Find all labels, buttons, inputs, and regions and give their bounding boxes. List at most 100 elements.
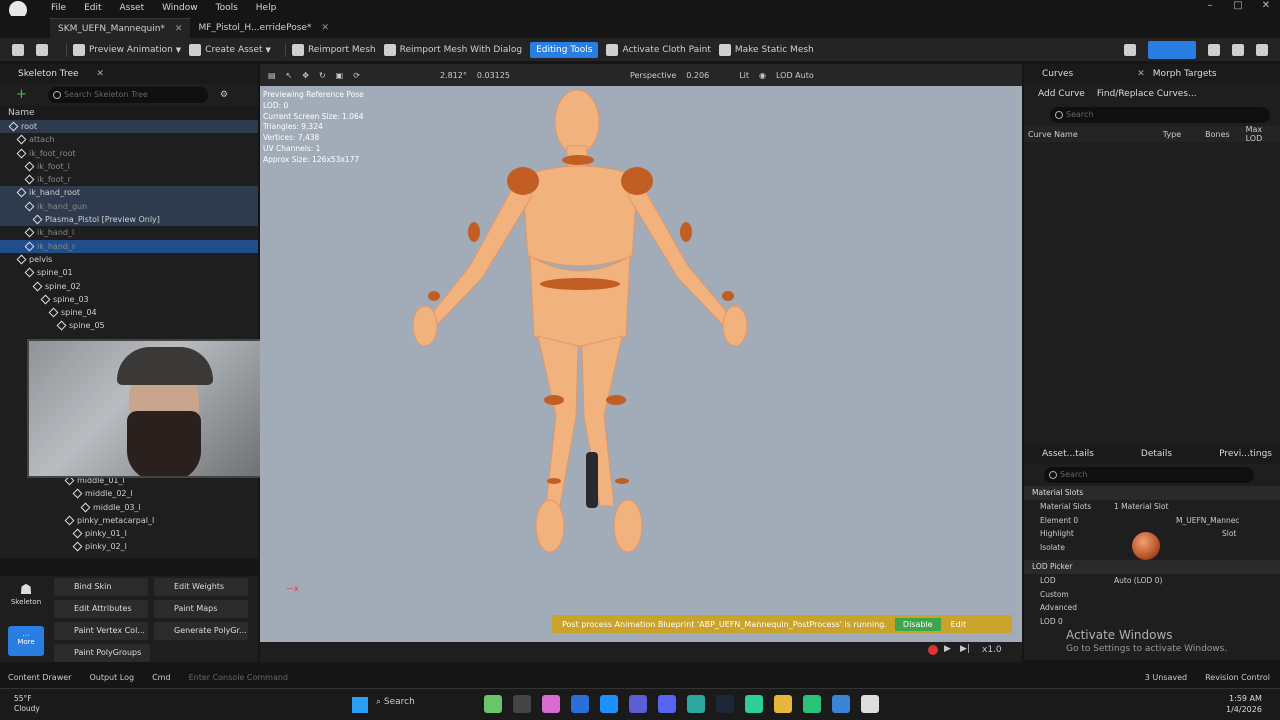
add-curve-button[interactable]: Add Curve (1038, 89, 1085, 99)
cmd-dropdown[interactable]: Cmd (152, 673, 170, 682)
taskbar-search[interactable]: ⌕ Search (376, 697, 415, 707)
perspective-button[interactable]: Perspective (630, 71, 676, 80)
viewport-menu-icon[interactable]: ▤ (268, 71, 276, 80)
start-icon[interactable] (352, 697, 368, 713)
snap-icon[interactable]: ⟳ (353, 71, 360, 80)
app-icon[interactable] (484, 695, 502, 713)
blueprint-mode-icon[interactable] (1232, 44, 1248, 56)
add-socket-icon[interactable]: + (16, 88, 34, 102)
browse-icon[interactable] (36, 43, 52, 56)
menu-asset[interactable]: Asset (120, 3, 145, 13)
preview-animation-button[interactable]: Preview Animation ▼ (73, 43, 181, 56)
menu-help[interactable]: Help (256, 3, 277, 13)
reimport-dialog-button[interactable]: Reimport Mesh With Dialog (383, 43, 522, 56)
move-icon[interactable]: ✥ (302, 71, 309, 80)
clock[interactable]: 1:59 AM 1/4/2026 (1226, 693, 1262, 715)
bone-row[interactable]: ik_hand_r (0, 239, 258, 253)
tab-details[interactable]: Details (1141, 449, 1172, 459)
bone-row[interactable]: middle_03_l (0, 501, 258, 514)
angle-value[interactable]: 2.812° (440, 71, 467, 80)
unreal-taskbar-icon[interactable] (861, 695, 879, 713)
paint-polygroups-button[interactable]: Paint PolyGroups (54, 644, 150, 662)
bone-row[interactable]: middle_02_l (0, 487, 258, 500)
bone-row[interactable]: spine_01 (0, 266, 258, 279)
tab-pose[interactable]: MF_Pistol_H...erridePose* ✕ (190, 18, 337, 38)
lit-button[interactable]: Lit (739, 71, 749, 80)
save-icon[interactable] (12, 43, 28, 56)
bone-row[interactable]: spine_03 (0, 293, 258, 306)
material-name[interactable]: M_UEFN_Mannec (1176, 514, 1239, 528)
discord-icon[interactable] (658, 695, 676, 713)
close-tab-icon[interactable]: ✕ (321, 23, 329, 33)
custom-label[interactable]: Custom (1024, 588, 1114, 602)
reimport-button[interactable]: Reimport Mesh (291, 43, 376, 56)
details-search-input[interactable]: Search (1044, 467, 1254, 483)
show-icon[interactable]: ◉ (759, 71, 766, 80)
isolate-label[interactable]: Isolate (1024, 541, 1114, 555)
app-icon[interactable] (745, 695, 763, 713)
console-input[interactable]: Enter Console Command (189, 673, 379, 682)
bone-row[interactable]: ik_hand_l (0, 226, 258, 239)
physics-mode-icon[interactable] (1256, 44, 1272, 56)
skeleton-button[interactable]: ☗ Skeleton (8, 582, 44, 606)
generate-polygroups-button[interactable]: Generate PolyGr... (154, 622, 248, 640)
paint-maps-button[interactable]: Paint Maps (154, 600, 248, 618)
skeleton-search-input[interactable]: Search Skeleton Tree (48, 87, 208, 103)
bone-row[interactable]: Plasma_Pistol [Preview Only] (0, 213, 258, 227)
viewport[interactable]: ▤ ↖ ✥ ↻ ▣ ⟳ 2.812° 0.03125 Perspective 0… (260, 64, 1022, 662)
material-thumbnail[interactable] (1132, 532, 1160, 560)
bone-row[interactable]: pinky_02_l (0, 540, 258, 553)
bone-row[interactable]: pelvis (0, 253, 258, 266)
maximize-icon[interactable]: □ (1224, 0, 1252, 11)
mannequin-render[interactable] (260, 86, 1022, 642)
close-tab-icon[interactable]: ✕ (175, 24, 183, 34)
rotate-icon[interactable]: ↻ (319, 71, 326, 80)
app-icon[interactable] (600, 695, 618, 713)
bone-row[interactable]: ik_foot_l (0, 160, 258, 173)
curve-search-input[interactable]: Search (1050, 107, 1270, 123)
tab-asset-details[interactable]: Asset...tails (1042, 449, 1094, 459)
material-slots-section[interactable]: Material Slots (1024, 486, 1280, 500)
bone-row[interactable]: pinky_01_l (0, 527, 258, 540)
bind-skin-button[interactable]: Bind Skin (54, 578, 148, 596)
editing-tools-button[interactable]: Editing Tools (530, 41, 599, 58)
highlight-label[interactable]: Highlight (1024, 527, 1114, 541)
scale-value[interactable]: 0.03125 (477, 71, 510, 80)
tab-skeletal-mesh[interactable]: SKM_UEFN_Mannequin* ✕ (50, 18, 191, 38)
disable-button[interactable]: Disable (894, 617, 941, 631)
close-curves-icon[interactable]: ✕ (1137, 69, 1145, 79)
select-icon[interactable]: ↖ (286, 71, 293, 80)
edit-button[interactable]: Edit (951, 620, 967, 629)
browser-icon[interactable] (687, 695, 705, 713)
bone-row[interactable]: ik_hand_root (0, 186, 258, 200)
step-icon[interactable]: ▶| (960, 644, 970, 654)
app-icon[interactable] (832, 695, 850, 713)
menu-edit[interactable]: Edit (84, 3, 101, 13)
steam-icon[interactable] (716, 695, 734, 713)
lod0-label[interactable]: LOD 0 (1024, 615, 1114, 629)
minimize-icon[interactable]: – (1196, 0, 1224, 11)
edit-weights-button[interactable]: Edit Weights (154, 578, 248, 596)
make-static-mesh-button[interactable]: Make Static Mesh (718, 43, 814, 56)
bone-row[interactable]: spine_05 (0, 319, 258, 332)
bone-row[interactable]: ik_foot_root (0, 147, 258, 160)
play-icon[interactable]: ▶ (944, 644, 951, 654)
bone-row[interactable]: attach (0, 133, 258, 146)
close-panel-icon[interactable]: ✕ (97, 69, 105, 79)
tab-preview-settings[interactable]: Previ...tings (1219, 449, 1272, 459)
cloth-paint-button[interactable]: Activate Cloth Paint (606, 43, 711, 56)
bone-row[interactable]: spine_02 (0, 280, 258, 293)
camera-speed-value[interactable]: 0.206 (686, 71, 709, 80)
app-icon[interactable] (571, 695, 589, 713)
lod-button[interactable]: LOD Auto (776, 71, 814, 80)
content-drawer-button[interactable]: Content Drawer (8, 673, 71, 682)
menu-file[interactable]: File (51, 3, 66, 13)
output-log-button[interactable]: Output Log (89, 673, 134, 682)
tab-curves[interactable]: Curves (1042, 69, 1073, 79)
revision-control-button[interactable]: Revision Control (1205, 673, 1270, 682)
skeleton-mode-icon[interactable] (1124, 44, 1140, 56)
weather-widget[interactable]: 55°F Cloudy (14, 694, 40, 714)
edit-attributes-button[interactable]: Edit Attributes (54, 600, 148, 618)
unsaved-indicator[interactable]: 3 Unsaved (1145, 673, 1187, 682)
tab-morph-targets[interactable]: Morph Targets (1153, 69, 1217, 79)
